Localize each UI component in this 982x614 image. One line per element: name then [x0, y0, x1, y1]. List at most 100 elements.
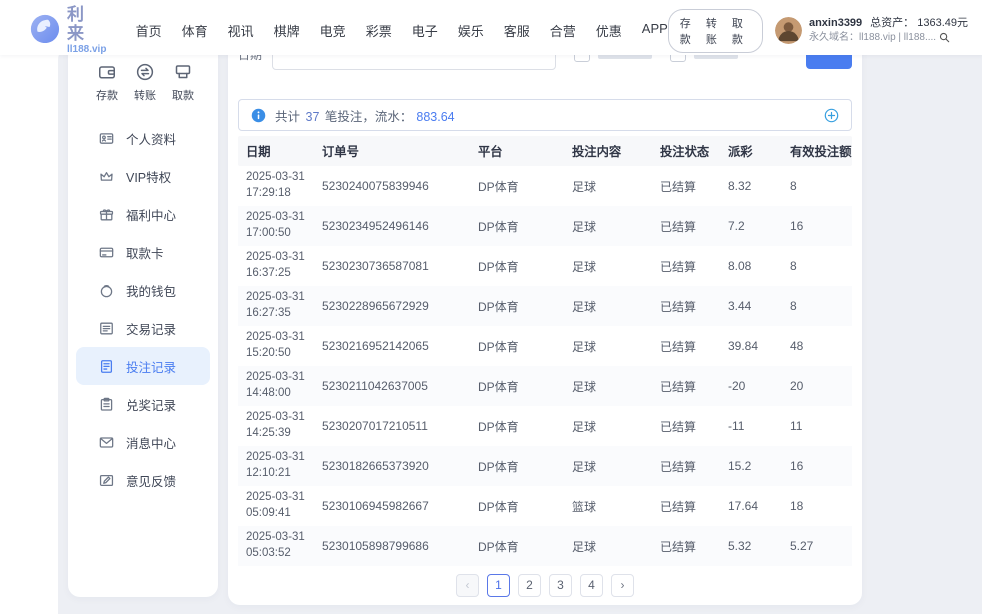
cell-valid-amount: 8 — [782, 179, 852, 193]
sidebar-item[interactable]: 意见反馈 — [76, 461, 210, 499]
table-header-cell: 订单号 — [314, 142, 470, 160]
nav-item[interactable]: 客服 — [504, 21, 530, 40]
sidebar-item[interactable]: 取款卡 — [76, 233, 210, 271]
summary-bar: 共计 37 笔投注，流水：883.64 — [238, 99, 852, 131]
cell-content: 足球 — [564, 418, 652, 435]
search-icon[interactable] — [939, 32, 950, 43]
sidebar-item[interactable]: VIP特权 — [76, 157, 210, 195]
cell-order: 5230230736587081 — [314, 259, 470, 273]
page-next-button[interactable]: › — [611, 574, 634, 597]
table-header-cell: 日期 — [238, 142, 314, 160]
pagination: ‹ 1234 › — [238, 573, 852, 597]
cell-payout: 5.32 — [720, 539, 782, 553]
cell-date: 2025-03-3115:20:50 — [238, 330, 314, 361]
nav-item[interactable]: APP — [642, 21, 668, 40]
cell-valid-amount: 48 — [782, 339, 852, 353]
nav-item[interactable]: 优惠 — [596, 21, 622, 40]
page-number-button[interactable]: 3 — [549, 574, 572, 597]
sidebar-item[interactable]: 个人资料 — [76, 119, 210, 157]
profile-icon — [98, 130, 115, 147]
transfer-icon — [135, 62, 155, 82]
info-icon — [251, 108, 266, 123]
nav-item[interactable]: 电竞 — [320, 21, 346, 40]
logo-title: 利 来 — [67, 6, 120, 43]
turnover-value: 883.64 — [416, 110, 454, 124]
cell-status: 已结算 — [652, 458, 720, 475]
cell-content: 足球 — [564, 458, 652, 475]
cell-content: 足球 — [564, 298, 652, 315]
sidebar-item-label: 意见反馈 — [126, 471, 176, 490]
cell-payout: 8.08 — [720, 259, 782, 273]
sidebar-quick-link[interactable]: 转账 — [134, 62, 156, 103]
sidebar-item-label: 消息中心 — [126, 433, 176, 452]
sidebar-item[interactable]: 投注记录 — [76, 347, 210, 385]
cell-date: 2025-03-3117:29:18 — [238, 170, 314, 201]
sidebar-quick-link[interactable]: 取款 — [172, 62, 194, 103]
assets-label: 总资产： — [870, 17, 914, 29]
table-header-cell: 投注内容 — [564, 142, 652, 160]
nav-item[interactable]: 彩票 — [366, 21, 392, 40]
cell-date: 2025-03-3116:37:25 — [238, 250, 314, 281]
sidebar-item[interactable]: 交易记录 — [76, 309, 210, 347]
nav-item[interactable]: 娱乐 — [458, 21, 484, 40]
nav-item[interactable]: 合营 — [550, 21, 576, 40]
withdraw-icon — [173, 62, 193, 82]
nav-item[interactable]: 棋牌 — [274, 21, 300, 40]
user-account[interactable]: anxin3399总资产： 1363.49元 永久域名：ll188.vip | … — [775, 16, 968, 44]
cell-valid-amount: 5.27 — [782, 539, 852, 553]
cell-order: 5230234952496146 — [314, 219, 470, 233]
cell-status: 已结算 — [652, 538, 720, 555]
cell-status: 已结算 — [652, 498, 720, 515]
sidebar-item-label: VIP特权 — [126, 167, 171, 186]
page-number-button[interactable]: 1 — [487, 574, 510, 597]
wallet-action-link[interactable]: 取款 — [732, 15, 751, 47]
quick-link-label: 存款 — [96, 87, 118, 103]
cell-payout: -11 — [720, 419, 782, 433]
table-row: 2025-03-3105:03:52 5230105898799686 DP体育… — [238, 526, 852, 566]
cell-valid-amount: 8 — [782, 299, 852, 313]
table-header-cell: 投注状态 — [652, 142, 720, 160]
nav-item[interactable]: 电子 — [412, 21, 438, 40]
cell-order: 5230211042637005 — [314, 379, 470, 393]
bet-count: 37 — [306, 110, 320, 124]
page-prev-button[interactable]: ‹ — [456, 574, 479, 597]
cell-date: 2025-03-3114:25:39 — [238, 410, 314, 441]
cell-order: 5230207017210511 — [314, 419, 470, 433]
expand-plus-icon[interactable] — [824, 108, 839, 123]
cell-platform: DP体育 — [470, 258, 564, 275]
cell-payout: 3.44 — [720, 299, 782, 313]
cell-platform: DP体育 — [470, 338, 564, 355]
wallet-action-link[interactable]: 存款 — [680, 15, 699, 47]
cell-payout: -20 — [720, 379, 782, 393]
vip-icon — [98, 168, 115, 185]
sidebar-item[interactable]: 兑奖记录 — [76, 385, 210, 423]
nav-item[interactable]: 体育 — [182, 21, 208, 40]
cell-payout: 39.84 — [720, 339, 782, 353]
cell-platform: DP体育 — [470, 498, 564, 515]
page-number-button[interactable]: 2 — [518, 574, 541, 597]
table-row: 2025-03-3117:29:18 5230240075839946 DP体育… — [238, 166, 852, 206]
table-header-cell: 平台 — [470, 142, 564, 160]
table-row: 2025-03-3117:00:50 5230234952496146 DP体育… — [238, 206, 852, 246]
sidebar-item-label: 个人资料 — [126, 129, 176, 148]
sidebar-item[interactable]: 我的钱包 — [76, 271, 210, 309]
assets-value: 1363.49元 — [917, 17, 968, 29]
bets-table: 日期订单号平台投注内容投注状态派彩有效投注额 2025-03-3117:29:1… — [238, 136, 852, 566]
sidebar-item-label: 取款卡 — [126, 243, 164, 262]
cell-status: 已结算 — [652, 338, 720, 355]
cell-order: 5230106945982667 — [314, 499, 470, 513]
page-number-button[interactable]: 4 — [580, 574, 603, 597]
cell-payout: 15.2 — [720, 459, 782, 473]
nav-item[interactable]: 首页 — [136, 21, 162, 40]
sidebar-item[interactable]: 消息中心 — [76, 423, 210, 461]
cell-content: 足球 — [564, 218, 652, 235]
sidebar-item-label: 投注记录 — [126, 357, 176, 376]
logo[interactable]: 利 来 ll188.vip — [30, 6, 120, 54]
nav-item[interactable]: 视讯 — [228, 21, 254, 40]
sidebar-item[interactable]: 福利中心 — [76, 195, 210, 233]
sidebar-quick-link[interactable]: 存款 — [96, 62, 118, 103]
wallet-actions-pill: 存款转账取款 — [668, 9, 763, 53]
cell-date: 2025-03-3116:27:35 — [238, 290, 314, 321]
cell-payout: 8.32 — [720, 179, 782, 193]
wallet-action-link[interactable]: 转账 — [706, 15, 725, 47]
